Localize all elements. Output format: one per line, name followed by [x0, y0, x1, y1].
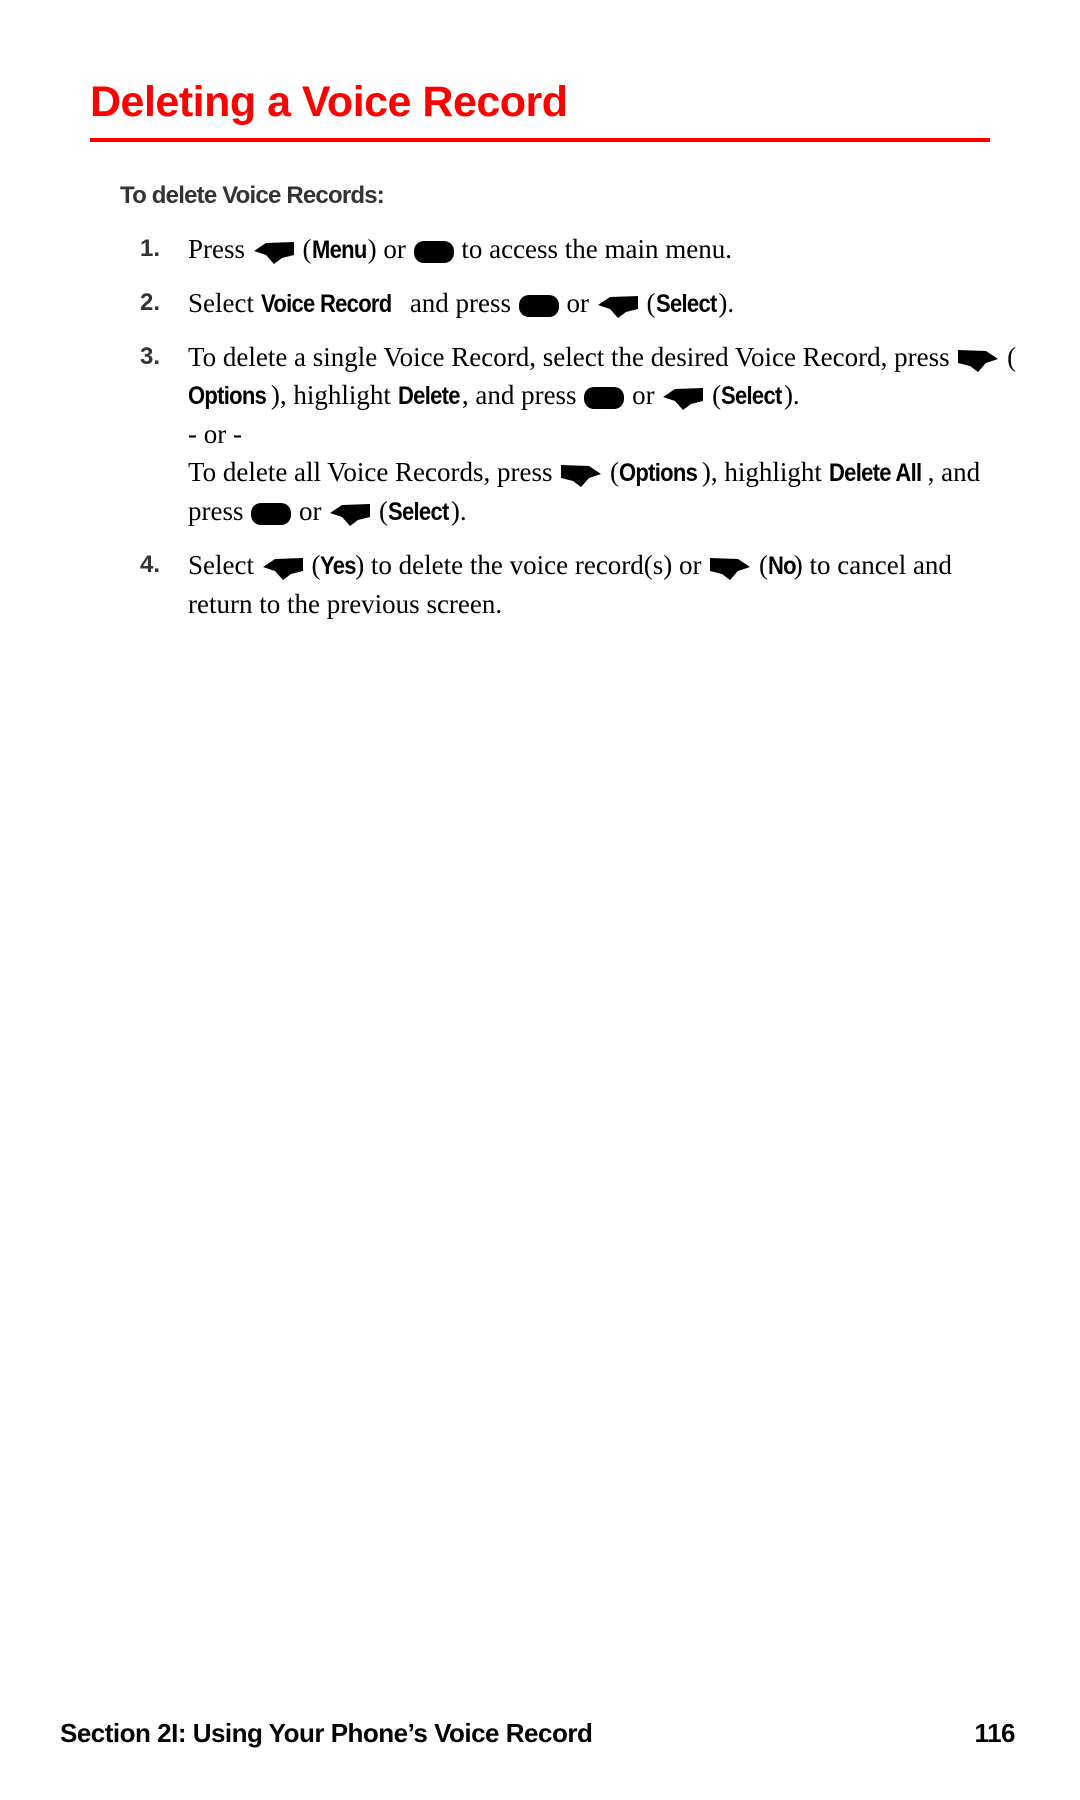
step-number: 1.	[140, 235, 161, 262]
menu-ok-key-icon	[413, 240, 455, 264]
step-text: to access the main menu.	[461, 234, 732, 264]
page-title: Deleting a Voice Record	[90, 78, 568, 126]
step-3: 3. To delete a single Voice Record, sele…	[140, 338, 1020, 531]
paren: (	[302, 234, 312, 264]
subheading: To delete Voice Records:	[120, 182, 385, 209]
step-text: ).	[783, 380, 800, 410]
left-softkey-icon	[252, 239, 296, 265]
step-text: ), highlight	[701, 457, 822, 487]
softkey-label-options: Options	[619, 459, 698, 487]
step-text: and press	[409, 288, 512, 318]
step-text: Press	[188, 234, 246, 264]
paren: (	[1007, 342, 1017, 372]
step-1: 1. Press (Menu) or to access the main me…	[140, 230, 1020, 269]
menu-item-delete: Delete	[397, 382, 461, 410]
paren: (	[646, 288, 656, 318]
step-text: or	[632, 380, 655, 410]
softkey-label-select: Select	[655, 290, 717, 318]
softkey-label-options: Options	[188, 382, 267, 410]
step-text: or	[566, 288, 590, 318]
paren: (	[712, 380, 722, 410]
step-text: Select	[188, 550, 254, 580]
or-separator: - or -	[188, 419, 242, 449]
step-4: 4. Select ( Yes) to delete the voice reco…	[140, 546, 1020, 623]
menu-ok-key-icon	[518, 294, 560, 318]
softkey-label-select: Select	[388, 498, 449, 526]
menu-item-delete-all: Delete All	[828, 459, 922, 487]
softkey-label-menu: Menu	[311, 236, 367, 264]
paren: (	[379, 496, 388, 526]
softkey-label-yes: Yes	[320, 552, 357, 580]
page-number: 116	[974, 1718, 1016, 1748]
paren: (	[610, 457, 620, 487]
right-softkey-icon	[559, 462, 603, 488]
step-text: Select	[188, 288, 254, 318]
right-softkey-icon	[708, 555, 752, 581]
menu-item-voice-record: Voice Record	[260, 290, 392, 318]
step-number: 2.	[140, 289, 161, 316]
left-softkey-icon	[661, 385, 705, 411]
menu-ok-key-icon	[250, 502, 292, 526]
step-text: ).	[718, 288, 735, 318]
softkey-label-no: No	[768, 552, 797, 580]
step-number: 3.	[140, 343, 161, 370]
step-text: ).	[450, 496, 467, 526]
step-text: ) to delete the voice record(s) or	[355, 550, 702, 580]
step-text: , and press	[461, 380, 577, 410]
steps-list: 1. Press (Menu) or to access the main me…	[140, 230, 1020, 638]
softkey-label-select: Select	[721, 382, 782, 410]
step-text: ), highlight	[270, 380, 391, 410]
step-2: 2. Select Voice Record and press or (Sel…	[140, 284, 1020, 323]
title-underline	[90, 138, 990, 142]
step-number: 4.	[140, 551, 161, 578]
left-softkey-icon	[328, 501, 372, 527]
left-softkey-icon	[596, 293, 640, 319]
footer-section-title: Section 2I: Using Your Phone’s Voice Rec…	[60, 1718, 593, 1748]
paren: (	[759, 550, 769, 580]
step-text: To delete a single Voice Record, select …	[188, 342, 950, 372]
left-softkey-icon	[261, 555, 305, 581]
step-text: ) or	[367, 234, 406, 264]
right-softkey-icon	[956, 347, 1000, 373]
menu-ok-key-icon	[583, 386, 625, 410]
step-text: To delete all Voice Records, press	[188, 457, 553, 487]
step-text: or	[299, 496, 322, 526]
